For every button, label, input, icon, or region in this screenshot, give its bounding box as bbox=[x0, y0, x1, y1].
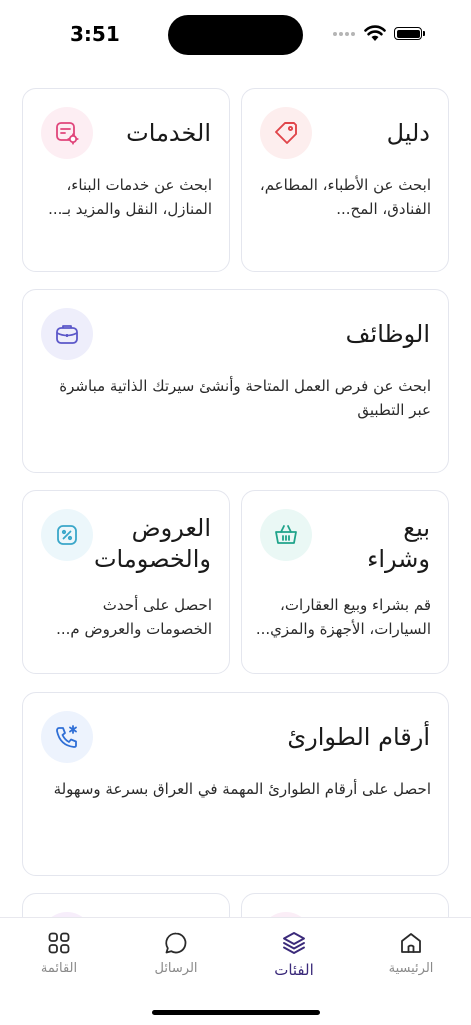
card-emergency-title: أرقام الطوارئ bbox=[287, 723, 430, 751]
nav-menu-label: القائمة bbox=[40, 961, 78, 976]
emergency-phone-icon bbox=[56, 725, 77, 748]
emergency-icon-badge bbox=[41, 711, 93, 763]
card-offers-title: العروض والخصومات bbox=[93, 514, 211, 573]
card-buy-sell-title: بيع وشراء bbox=[367, 514, 430, 573]
nav-categories[interactable]: الفئات bbox=[249, 930, 339, 979]
card-directory-title: دليل bbox=[386, 119, 430, 147]
card-jobs[interactable]: الوظائف ابحث عن فرص العمل المتاحة وأنشئ … bbox=[22, 289, 449, 473]
card-emergency-desc: احصل على أرقام الطوارئ المهمة في العراق … bbox=[53, 780, 431, 798]
basket-icon bbox=[275, 525, 297, 544]
layers-icon bbox=[283, 932, 305, 954]
home-indicator bbox=[152, 1010, 320, 1015]
card-buy-sell-desc: قم بشراء وبيع العقارات، السيارات، الأجهز… bbox=[255, 596, 431, 638]
status-time: 3:51 bbox=[70, 22, 120, 46]
offers-icon-badge bbox=[41, 509, 93, 561]
nav-messages-label: الرسائل bbox=[154, 961, 198, 976]
card-services-title: الخدمات bbox=[126, 119, 211, 147]
discount-icon bbox=[57, 525, 77, 545]
card-offers-desc: احصل على أحدث الخصومات والعروض م... bbox=[56, 596, 212, 638]
bottom-navigation: القائمة الرسائل الفئات الرئيسية bbox=[0, 917, 471, 1025]
home-icon bbox=[401, 933, 421, 953]
battery-icon bbox=[394, 27, 425, 40]
nav-categories-label: الفئات bbox=[274, 961, 314, 979]
directory-icon-badge bbox=[260, 107, 312, 159]
card-directory[interactable]: دليل ابحث عن الأطباء، المطاعم، الفنادق، … bbox=[241, 88, 449, 272]
chat-bubble-icon bbox=[165, 932, 187, 954]
card-jobs-desc: ابحث عن فرص العمل المتاحة وأنشئ سيرتك ال… bbox=[59, 377, 431, 419]
jobs-icon-badge bbox=[41, 308, 93, 360]
card-emergency-numbers[interactable]: أرقام الطوارئ احصل على أرقام الطوارئ الم… bbox=[22, 692, 449, 876]
card-services[interactable]: الخدمات ابحث عن خدمات البناء، المنازل، ا… bbox=[22, 88, 230, 272]
nav-home[interactable]: الرئيسية bbox=[366, 930, 456, 976]
buy-sell-icon-badge bbox=[260, 509, 312, 561]
nav-menu[interactable]: القائمة bbox=[14, 930, 104, 976]
dynamic-island bbox=[168, 15, 303, 55]
card-services-desc: ابحث عن خدمات البناء، المنازل، النقل وال… bbox=[48, 176, 212, 218]
status-bar: 3:51 bbox=[0, 0, 471, 70]
cellular-signal-icon bbox=[333, 32, 359, 38]
nav-messages[interactable]: الرسائل bbox=[131, 930, 221, 976]
card-offers[interactable]: العروض والخصومات احصل على أحدث الخصومات … bbox=[22, 490, 230, 674]
tag-icon bbox=[275, 122, 297, 144]
wifi-icon bbox=[364, 25, 386, 41]
card-buy-sell[interactable]: بيع وشراء قم بشراء وبيع العقارات، السيار… bbox=[241, 490, 449, 674]
card-directory-desc: ابحث عن الأطباء، المطاعم، الفنادق، المح.… bbox=[259, 176, 431, 218]
card-jobs-title: الوظائف bbox=[345, 320, 430, 348]
services-icon-badge bbox=[41, 107, 93, 159]
briefcase-icon bbox=[56, 325, 78, 344]
grid-menu-icon bbox=[48, 932, 70, 954]
service-settings-icon bbox=[56, 122, 79, 145]
nav-home-label: الرئيسية bbox=[388, 961, 434, 976]
